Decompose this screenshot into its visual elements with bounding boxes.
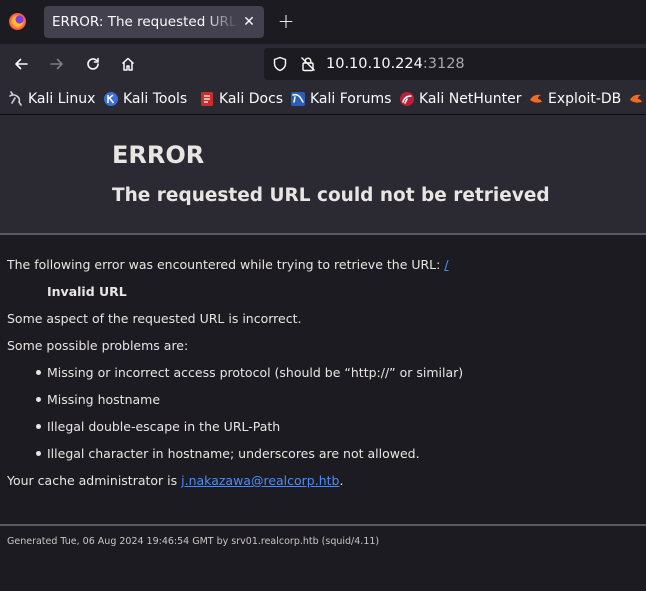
footer-divider — [0, 524, 646, 526]
error-page: ERROR The requested URL could not be ret… — [0, 115, 646, 591]
bookmark-label: Kali Docs — [219, 91, 284, 107]
url-port: :3128 — [422, 56, 465, 72]
bookmark-kali-docs[interactable]: Kali Docs — [199, 84, 283, 114]
bookmark-label: Kali Forums — [310, 91, 392, 107]
error-header: ERROR The requested URL could not be ret… — [0, 115, 646, 233]
bookmark-overflow-partial[interactable] — [628, 84, 646, 114]
bookmarks-toolbar: Kali Linux Kali Tools Kali Docs Kali For… — [0, 84, 646, 114]
bookmark-kali-tools[interactable]: Kali Tools — [103, 84, 187, 114]
bookmark-label: Kali Linux — [28, 91, 96, 107]
cache-admin-suffix: . — [339, 473, 344, 488]
admin-email-link[interactable]: j.nakazawa@realcorp.htb — [181, 473, 339, 488]
bookmark-label: Exploit-DB — [548, 91, 622, 107]
cache-admin-line: Your cache administrator is j.nakazawa@r… — [7, 473, 343, 488]
error-intro: The following error was encountered whil… — [7, 257, 449, 272]
bookmark-kali-forums[interactable]: Kali Forums — [290, 84, 391, 114]
url-bar[interactable]: 10.10.10.224:3128 — [264, 48, 646, 80]
bookmark-label: Kali NetHunter — [419, 91, 522, 107]
requested-url-link[interactable]: / — [444, 257, 448, 272]
tab-title[interactable]: ERROR: The requested URL could not be re… — [52, 6, 238, 38]
kali-forums-icon — [291, 92, 305, 106]
error-explanation: Some aspect of the requested URL is inco… — [7, 311, 302, 326]
home-button[interactable] — [116, 52, 140, 76]
back-arrow-icon — [15, 58, 28, 70]
forward-arrow-icon — [50, 58, 63, 70]
url-text[interactable]: 10.10.10.224:3128 — [326, 48, 465, 80]
tab-close-icon[interactable]: ✕ — [240, 13, 258, 31]
back-button[interactable] — [9, 52, 33, 76]
kali-dragon-icon — [9, 91, 22, 106]
forward-button[interactable] — [45, 52, 69, 76]
home-icon — [121, 57, 135, 71]
bookmark-label: Kali Tools — [123, 91, 188, 107]
insecure-lock-icon[interactable] — [300, 56, 316, 72]
bookmark-kali-nethunter[interactable]: Kali NetHunter — [399, 84, 521, 114]
bullet — [36, 424, 41, 429]
tab-strip: ERROR: The requested URL could not be re… — [0, 0, 646, 44]
error-intro-text: The following error was encountered whil… — [7, 257, 441, 272]
header-divider — [0, 233, 646, 235]
kali-docs-icon — [201, 92, 213, 106]
new-tab-button[interactable]: + — [276, 11, 296, 31]
bullet — [36, 370, 41, 375]
bullet — [36, 397, 41, 402]
problem-item: Illegal character in hostname; underscor… — [47, 446, 420, 461]
bookmark-kali-linux[interactable]: Kali Linux — [8, 84, 95, 114]
navigation-toolbar: 10.10.10.224:3128 — [0, 44, 646, 84]
bookmark-exploit-db[interactable]: Exploit-DB — [528, 84, 621, 114]
url-host: 10.10.10.224 — [326, 56, 423, 72]
reload-button[interactable] — [81, 52, 105, 76]
cache-admin-prefix: Your cache administrator is — [7, 473, 178, 488]
reload-icon — [87, 57, 99, 70]
problems-heading: Some possible problems are: — [7, 338, 189, 353]
active-tab[interactable]: ERROR: The requested URL could not be re… — [44, 6, 264, 38]
exploit-db-icon — [630, 94, 642, 103]
error-title: ERROR — [112, 141, 205, 169]
problem-item: Illegal double-escape in the URL-Path — [47, 419, 281, 434]
firefox-logo-icon[interactable] — [9, 13, 26, 30]
problem-item: Missing hostname — [47, 392, 161, 407]
kali-nethunter-icon — [400, 92, 414, 106]
error-subtitle: The requested URL could not be retrieved — [112, 185, 550, 206]
bullet — [36, 451, 41, 456]
tracking-protection-shield-icon[interactable] — [272, 56, 288, 72]
kali-tools-icon — [104, 92, 118, 106]
problem-item: Missing or incorrect access protocol (sh… — [47, 365, 464, 380]
footer-generated: Generated Tue, 06 Aug 2024 19:46:54 GMT … — [7, 536, 380, 547]
exploit-db-icon — [530, 94, 542, 103]
error-name: Invalid URL — [47, 284, 127, 299]
